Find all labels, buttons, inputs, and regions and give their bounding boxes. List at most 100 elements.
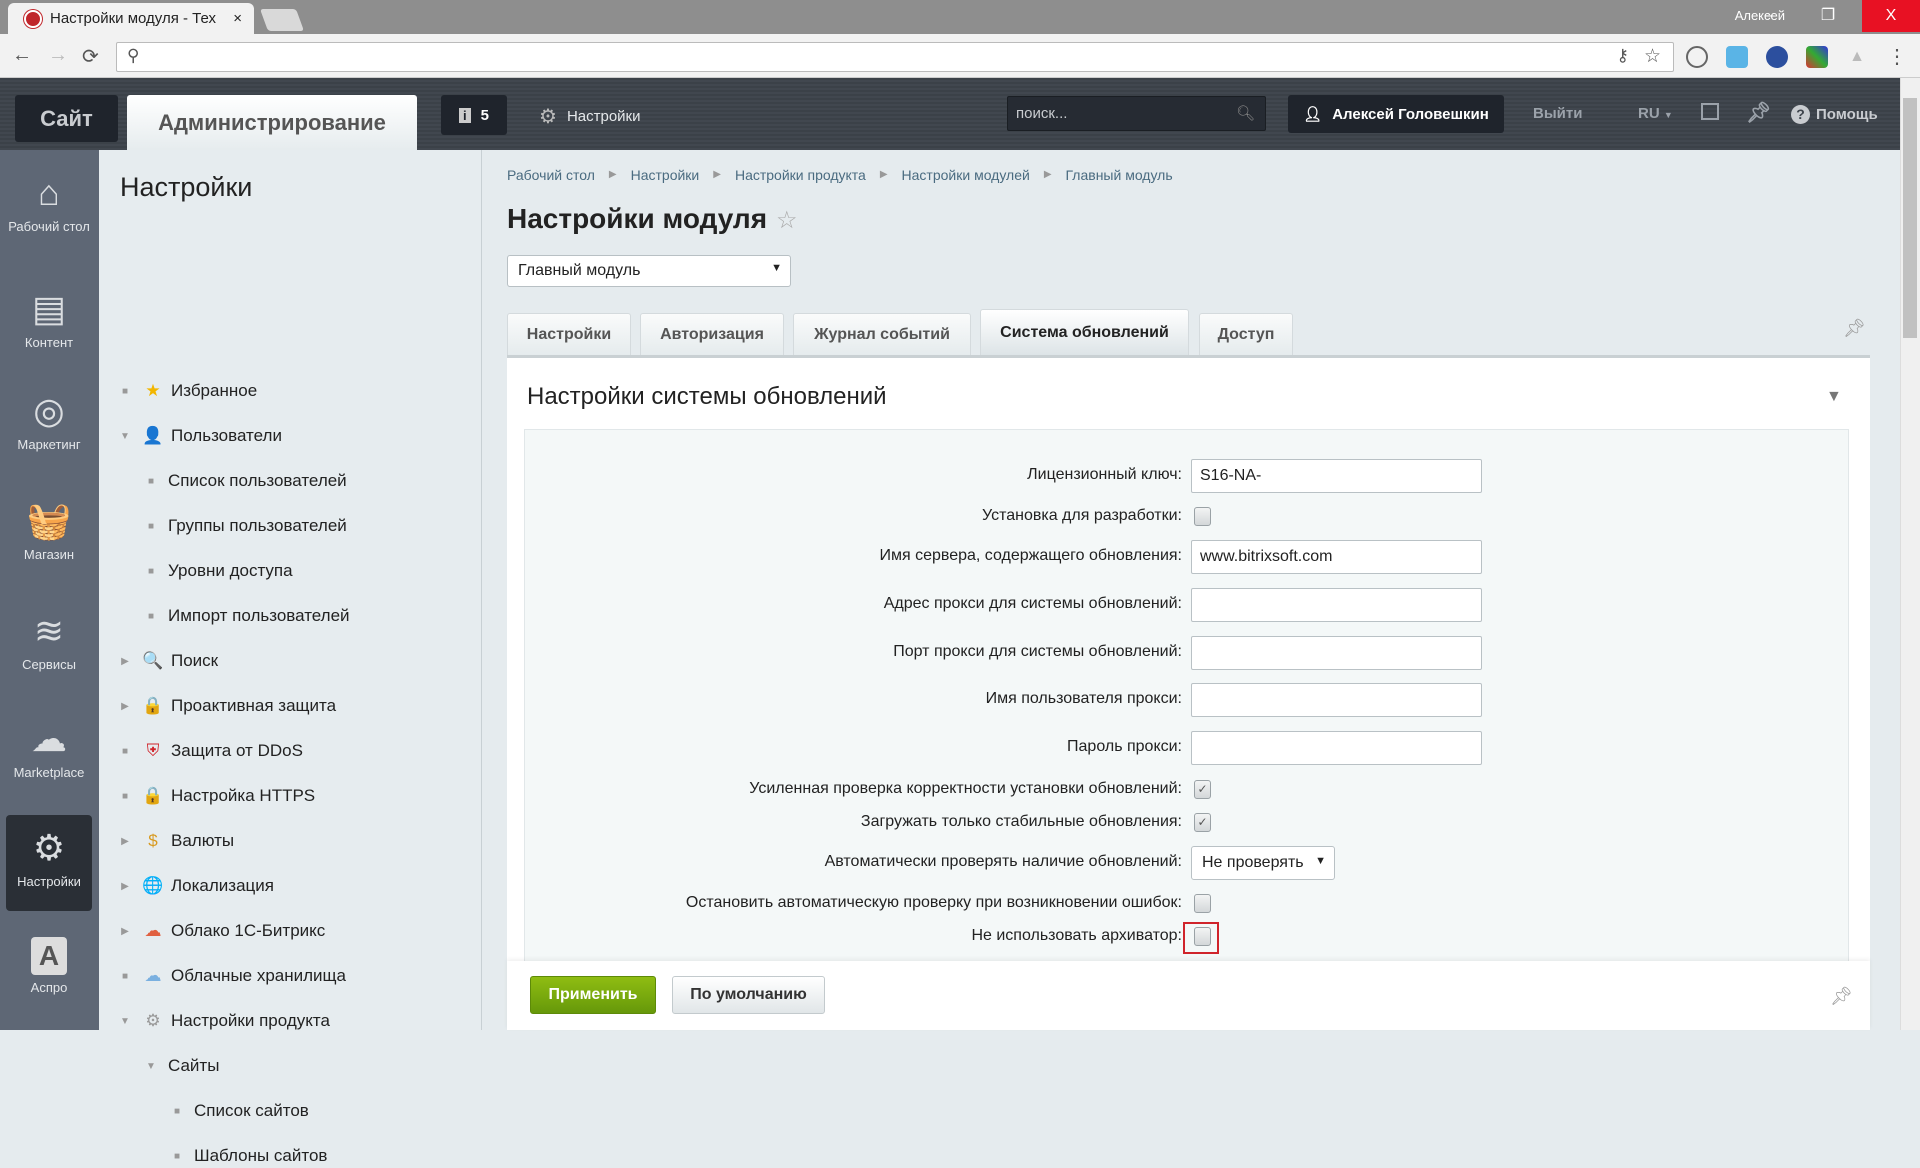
sidebar-item-cloud-download[interactable]: ☁ Marketplace bbox=[6, 718, 92, 780]
field-label: Порт прокси для системы обновлений: bbox=[893, 643, 1182, 660]
language-select[interactable]: RU ▼ bbox=[1638, 105, 1673, 122]
pin-icon[interactable]: 📌︎ bbox=[1746, 100, 1771, 125]
browser-tab[interactable]: Настройки модуля - Тех × bbox=[8, 3, 254, 34]
triangle-down-icon[interactable]: ▼ bbox=[118, 1016, 132, 1027]
menu-item[interactable]: ▶ $ Валюты bbox=[118, 829, 234, 853]
header-search-input[interactable]: поиск... 🔍︎ bbox=[1007, 96, 1266, 131]
text-input[interactable] bbox=[1191, 683, 1482, 717]
header-settings-link[interactable]: ⚙ Настройки bbox=[539, 104, 641, 129]
menu-item[interactable]: ■ Группы пользователей bbox=[144, 514, 347, 538]
menu-item[interactable]: ▶ ☁ Облако 1С-Битрикс bbox=[118, 919, 325, 943]
close-window-button[interactable]: X bbox=[1862, 0, 1920, 32]
breadcrumb-link[interactable]: Настройки модулей bbox=[902, 167, 1030, 183]
sidebar-item-gear[interactable]: ⚙ Настройки bbox=[6, 815, 92, 911]
text-input[interactable] bbox=[1191, 588, 1482, 622]
sidebar-item-label: Marketplace bbox=[13, 765, 85, 780]
lock-icon: 🔒 bbox=[142, 696, 164, 715]
menu-item[interactable]: ■ Импорт пользователей bbox=[144, 604, 350, 628]
menu-item[interactable]: ▶ 🌐 Локализация bbox=[118, 874, 274, 898]
notifications-button[interactable]: i 5 bbox=[441, 95, 507, 135]
module-select[interactable]: Главный модуль ▼ bbox=[507, 255, 791, 287]
default-button[interactable]: По умолчанию bbox=[672, 976, 825, 1014]
forward-button[interactable]: → bbox=[48, 44, 68, 67]
tab-5[interactable]: Доступ bbox=[1199, 313, 1293, 355]
text-input[interactable] bbox=[1191, 636, 1482, 670]
admin-button[interactable]: Администрирование bbox=[127, 95, 417, 150]
new-tab-button[interactable] bbox=[259, 9, 305, 31]
tab-1[interactable]: Настройки bbox=[507, 313, 631, 355]
triangle-right-icon[interactable]: ▶ bbox=[118, 926, 132, 937]
menu-item[interactable]: ▶ 🔒 Проактивная защита bbox=[118, 694, 336, 718]
sidebar-item-basket[interactable]: 🧺 Магазин bbox=[6, 500, 92, 562]
menu-item-label: Список сайтов bbox=[194, 1101, 309, 1120]
menu-item[interactable]: ■ Список пользователей bbox=[144, 469, 347, 493]
bookmark-star-icon[interactable]: ☆ bbox=[1644, 45, 1661, 68]
logout-link[interactable]: Выйти bbox=[1533, 105, 1582, 122]
scrollbar-thumb[interactable] bbox=[1903, 98, 1917, 338]
checkbox-checked[interactable]: ✓ bbox=[1194, 813, 1211, 832]
magnifier-icon: 🔍 bbox=[142, 651, 164, 670]
text-input[interactable]: S16-NA- bbox=[1191, 459, 1482, 493]
minimize-button[interactable]: – bbox=[1746, 0, 1792, 32]
breadcrumb-link[interactable]: Настройки продукта bbox=[735, 167, 866, 183]
breadcrumb-link[interactable]: Настройки bbox=[631, 167, 700, 183]
pin-icon[interactable]: 📌︎ bbox=[1830, 986, 1853, 1007]
menu-item[interactable]: ▼ Сайты bbox=[144, 1054, 219, 1078]
menu-item[interactable]: ■ Список сайтов bbox=[170, 1099, 309, 1123]
sidebar-item-layers[interactable]: ≋ Сервисы bbox=[6, 610, 92, 672]
menu-item[interactable]: ■ 🔒 Настройка HTTPS bbox=[118, 784, 315, 808]
user-button[interactable]: 👤︎ Алексей Головешкин bbox=[1288, 95, 1504, 133]
breadcrumb-link[interactable]: Главный модуль bbox=[1066, 167, 1173, 183]
menu-item[interactable]: ▼ 👤 Пользователи bbox=[118, 424, 282, 448]
menu-item-label: Защита от DDoS bbox=[171, 741, 303, 760]
sidebar-item-aspro[interactable]: A Аспро bbox=[6, 937, 92, 995]
text-input[interactable]: www.bitrixsoft.com bbox=[1191, 540, 1482, 574]
triangle-down-icon[interactable]: ▼ bbox=[118, 431, 132, 442]
select-dropdown[interactable]: Не проверять ▼ bbox=[1191, 846, 1335, 880]
browser-menu-icon[interactable]: ⋮ bbox=[1886, 46, 1908, 68]
search-icon[interactable]: 🔍︎ bbox=[1236, 104, 1255, 122]
extension-drive-icon[interactable]: ▲ bbox=[1846, 46, 1868, 68]
triangle-right-icon[interactable]: ▶ bbox=[118, 656, 132, 667]
site-button[interactable]: Сайт bbox=[15, 95, 118, 142]
address-bar[interactable]: ⚲ ⚷ ☆ bbox=[116, 42, 1674, 72]
restore-button[interactable]: ❐ bbox=[1805, 0, 1851, 32]
back-button[interactable]: ← bbox=[12, 44, 32, 67]
text-input[interactable] bbox=[1191, 731, 1482, 765]
checkbox-checked[interactable]: ✓ bbox=[1194, 780, 1211, 799]
triangle-down-icon[interactable]: ▼ bbox=[144, 1061, 158, 1072]
tab-3[interactable]: Журнал событий bbox=[793, 313, 971, 355]
keyboard-icon[interactable] bbox=[1701, 103, 1719, 120]
extension-color-icon[interactable] bbox=[1806, 46, 1828, 68]
extension-sync-icon[interactable] bbox=[1686, 46, 1708, 68]
checkbox[interactable] bbox=[1194, 894, 1211, 913]
triangle-right-icon[interactable]: ▶ bbox=[118, 836, 132, 847]
menu-item[interactable]: ■ ★ Избранное bbox=[118, 379, 257, 403]
key-icon[interactable]: ⚷ bbox=[1617, 46, 1629, 66]
reload-button[interactable]: ⟳ bbox=[82, 44, 99, 69]
menu-item[interactable]: ■ Шаблоны сайтов bbox=[170, 1144, 327, 1168]
extension-user-icon[interactable] bbox=[1766, 46, 1788, 68]
checkbox[interactable] bbox=[1194, 507, 1211, 526]
menu-item[interactable]: ▶ 🔍 Поиск bbox=[118, 649, 218, 673]
collapse-triangle-icon[interactable]: ▼ bbox=[1826, 388, 1842, 406]
breadcrumb-link[interactable]: Рабочий стол bbox=[507, 167, 595, 183]
menu-item[interactable]: ▼ ⚙ Настройки продукта bbox=[118, 1009, 330, 1033]
tab-2[interactable]: Авторизация bbox=[640, 313, 784, 355]
tab-4[interactable]: Система обновлений bbox=[980, 309, 1189, 355]
sidebar-item-target[interactable]: ◎ Маркетинг bbox=[6, 390, 92, 452]
pin-icon[interactable]: 📌︎ bbox=[1843, 318, 1866, 339]
favorite-star-icon[interactable]: ☆ bbox=[776, 206, 798, 235]
menu-item[interactable]: ■ Уровни доступа bbox=[144, 559, 293, 583]
tab-close-icon[interactable]: × bbox=[233, 10, 242, 27]
extension-bird-icon[interactable] bbox=[1726, 46, 1748, 68]
sidebar-item-document[interactable]: ▤ Контент bbox=[6, 288, 92, 350]
apply-button[interactable]: Применить bbox=[530, 976, 656, 1014]
coin-icon: $ bbox=[148, 831, 158, 850]
triangle-right-icon[interactable]: ▶ bbox=[118, 701, 132, 712]
help-link[interactable]: ? Помощь bbox=[1791, 105, 1878, 124]
menu-item[interactable]: ■ ⛨ Защита от DDoS bbox=[118, 739, 303, 763]
triangle-right-icon[interactable]: ▶ bbox=[118, 881, 132, 892]
sidebar-item-home[interactable]: ⌂ Рабочий стол bbox=[6, 172, 92, 234]
menu-item[interactable]: ■ ☁ Облачные хранилища bbox=[118, 964, 346, 988]
